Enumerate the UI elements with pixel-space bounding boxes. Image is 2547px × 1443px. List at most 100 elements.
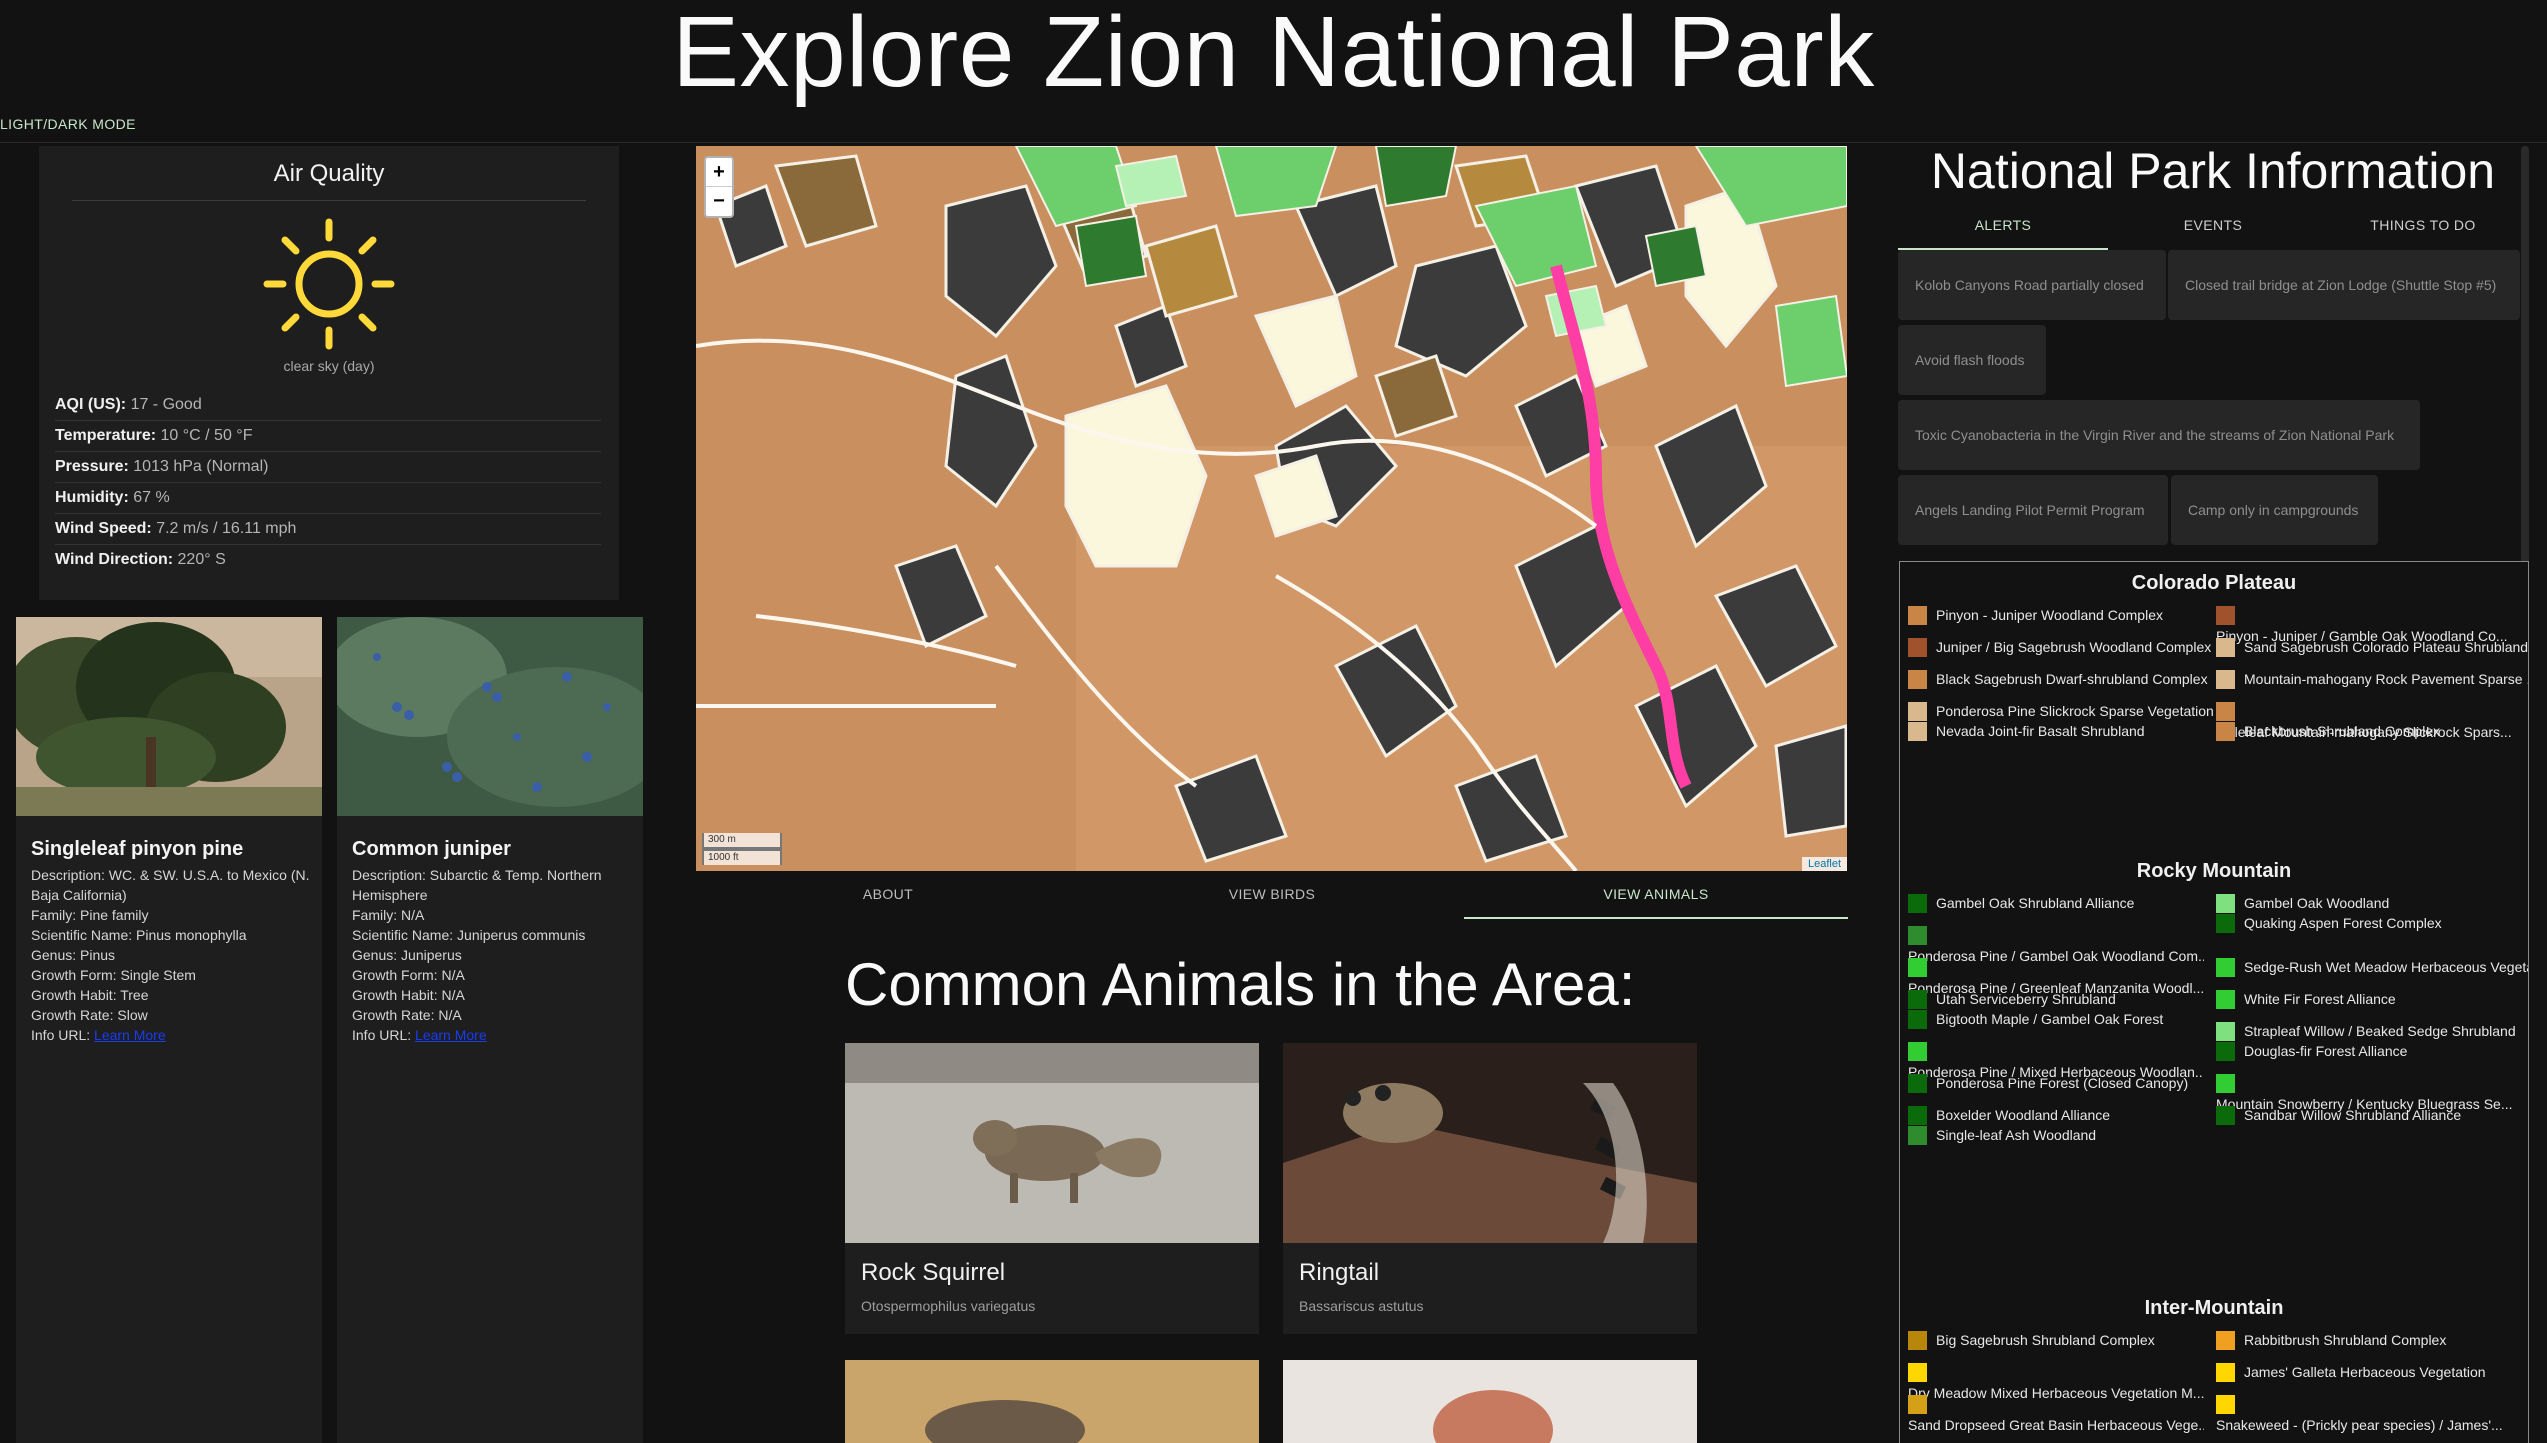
- plant-genus: Genus: Juniperus: [352, 947, 462, 963]
- sun-icon: [263, 218, 395, 350]
- legend-swatch: [2216, 1395, 2235, 1414]
- content-tabs: ABOUT VIEW BIRDS VIEW ANIMALS: [696, 871, 1848, 919]
- legend-item-label: Ponderosa Pine / Gambel Oak Woodland Com…: [1908, 948, 2204, 964]
- humidity-value: 67 %: [133, 489, 170, 506]
- animal-name: Ringtail: [1299, 1259, 1380, 1286]
- legend-item-label: Sedge-Rush Wet Meadow Herbaceous Vegeta.…: [2244, 959, 2529, 975]
- plant-family: Family: N/A: [352, 907, 425, 923]
- plant-growth-form: Growth Form: Single Stem: [31, 967, 196, 983]
- map-zoom-control: + −: [704, 156, 734, 218]
- plant-description: Description: Subarctic & Temp. Northern …: [352, 867, 602, 903]
- legend-item-label: Nevada Joint-fir Basalt Shrubland: [1936, 723, 2145, 739]
- plant-photo: [327, 617, 667, 816]
- tab-alerts[interactable]: ALERTS: [1898, 204, 2108, 250]
- legend-swatch: [2216, 914, 2235, 933]
- alert-chip[interactable]: Avoid flash floods: [1898, 325, 2046, 395]
- air-quality-details: AQI (US): 17 - Good Temperature: 10 °C /…: [55, 390, 601, 576]
- tab-events[interactable]: EVENTS: [2108, 204, 2318, 250]
- legend-swatch: [1908, 1106, 1927, 1125]
- alert-chip[interactable]: Closed trail bridge at Zion Lodge (Shutt…: [2168, 250, 2520, 320]
- legend-item-label: Sandbar Willow Shrubland Alliance: [2244, 1107, 2462, 1123]
- air-quality-title: Air Quality: [273, 160, 385, 187]
- tab-things-to-do[interactable]: THINGS TO DO: [2318, 204, 2528, 250]
- legend-item-label: Big Sagebrush Shrubland Complex: [1936, 1332, 2155, 1348]
- legend-item-label: Ponderosa Pine Slickrock Sparse Vegetati…: [1936, 703, 2214, 719]
- map-attribution-link[interactable]: Leaflet: [1801, 857, 1847, 871]
- legend-swatch: [2216, 1042, 2235, 1061]
- light-dark-mode-toggle[interactable]: LIGHT/DARK MODE: [0, 116, 136, 132]
- info-url-label: Info URL:: [352, 1027, 416, 1043]
- legend-item-label: Sand Dropseed Great Basin Herbaceous Veg…: [1908, 1417, 2204, 1433]
- learn-more-link[interactable]: Learn More: [415, 1027, 487, 1043]
- legend-swatch: [1908, 606, 1927, 625]
- wind-speed-row: Wind Speed: 7.2 m/s / 16.11 mph: [55, 514, 601, 545]
- legend-swatch: [2216, 670, 2235, 689]
- legend-swatch: [2216, 1363, 2235, 1382]
- animal-card[interactable]: Ringtail Bassariscus astutus: [1283, 1043, 1697, 1334]
- tab-about[interactable]: ABOUT: [696, 871, 1080, 919]
- legend-item-label: Gambel Oak Woodland: [2244, 895, 2390, 911]
- vegetation-map[interactable]: + − 300 m 1000 ft Leaflet: [696, 146, 1847, 871]
- legend-swatch: [1908, 638, 1927, 657]
- plant-scientific-name: Scientific Name: Pinus monophylla: [31, 927, 247, 943]
- learn-more-link[interactable]: Learn More: [94, 1027, 166, 1043]
- plant-info: Description: WC. & SW. U.S.A. to Mexico …: [31, 865, 311, 1045]
- legend-item-label: Pinyon - Juniper Woodland Complex: [1936, 607, 2163, 623]
- animal-card[interactable]: [845, 1360, 1259, 1443]
- alert-chip[interactable]: Angels Landing Pilot Permit Program: [1898, 475, 2168, 545]
- aqi-label: AQI (US):: [55, 396, 127, 413]
- legend-item-label: Douglas-fir Forest Alliance: [2244, 1043, 2408, 1059]
- aqi-value: 17 - Good: [130, 396, 202, 413]
- legend-swatch: [1908, 702, 1927, 721]
- weather-condition: clear sky (day): [283, 358, 375, 374]
- scale-metric: 300 m: [702, 833, 782, 849]
- tab-view-birds[interactable]: VIEW BIRDS: [1080, 871, 1464, 919]
- park-info-tabs: ALERTS EVENTS THINGS TO DO: [1898, 204, 2528, 250]
- legend-swatch: [2216, 1331, 2235, 1350]
- temperature-row: Temperature: 10 °C / 50 °F: [55, 421, 601, 452]
- zoom-in-button[interactable]: +: [706, 158, 732, 187]
- plant-photo: [6, 617, 322, 816]
- animal-card[interactable]: Rock Squirrel Otospermophilus variegatus: [845, 1043, 1259, 1334]
- animal-card[interactable]: [1283, 1360, 1697, 1443]
- plant-card: Singleleaf pinyon pine Description: WC. …: [6, 617, 322, 1443]
- alert-chip[interactable]: Toxic Cyanobacteria in the Virgin River …: [1898, 400, 2420, 470]
- legend-item-label: Bigtooth Maple / Gambel Oak Forest: [1936, 1011, 2164, 1027]
- animal-name: Rock Squirrel: [861, 1259, 1006, 1286]
- header: Explore Zion National Park LIGHT/DARK MO…: [0, 0, 2547, 143]
- alert-chip[interactable]: Kolob Canyons Road partially closed: [1898, 250, 2166, 320]
- alert-chip[interactable]: Camp only in campgrounds: [2171, 475, 2378, 545]
- pressure-value: 1013 hPa (Normal): [133, 458, 269, 475]
- legend-item-label: Snakeweed - (Prickly pear species) / Jam…: [2216, 1417, 2503, 1433]
- legend-item-label: Juniper / Big Sagebrush Woodland Complex: [1936, 639, 2212, 655]
- plant-name: Common juniper: [352, 838, 511, 860]
- tab-view-animals[interactable]: VIEW ANIMALS: [1464, 871, 1848, 919]
- legend-item-label: Gambel Oak Shrubland Alliance: [1936, 895, 2135, 911]
- air-quality-card: Air Quality clear sky (day) AQI (US): 17…: [39, 146, 619, 600]
- animal-photo: [845, 1043, 1259, 1243]
- legend-swatch: [1908, 1126, 1927, 1145]
- legend-swatch: [1908, 1010, 1927, 1029]
- legend-section-title: Colorado Plateau: [2131, 572, 2297, 594]
- legend-swatch: [2216, 1022, 2235, 1041]
- legend-section-title: Inter-Mountain: [2144, 1297, 2284, 1319]
- legend-swatch: [2216, 894, 2235, 913]
- legend-swatch: [1908, 1074, 1927, 1093]
- temperature-label: Temperature:: [55, 427, 157, 444]
- legend-item-label: James' Galleta Herbaceous Vegetation: [2244, 1364, 2486, 1380]
- animal-photo: [1283, 1360, 1697, 1443]
- plant-info-url: Info URL: Learn More: [31, 1025, 311, 1045]
- info-url-label: Info URL:: [31, 1027, 95, 1043]
- plant-growth-habit: Growth Habit: Tree: [31, 987, 149, 1003]
- legend-swatch: [2216, 958, 2235, 977]
- legend-swatch: [2216, 990, 2235, 1009]
- legend-swatch: [2216, 1074, 2235, 1093]
- zoom-out-button[interactable]: −: [706, 187, 732, 216]
- plant-growth-form: Growth Form: N/A: [352, 967, 465, 983]
- animal-photo: [1283, 1043, 1697, 1243]
- divider: [72, 200, 586, 201]
- plant-family: Family: Pine family: [31, 907, 149, 923]
- aqi-row: AQI (US): 17 - Good: [55, 390, 601, 421]
- legend-swatch: [1908, 670, 1927, 689]
- map-tiles[interactable]: [696, 146, 1847, 871]
